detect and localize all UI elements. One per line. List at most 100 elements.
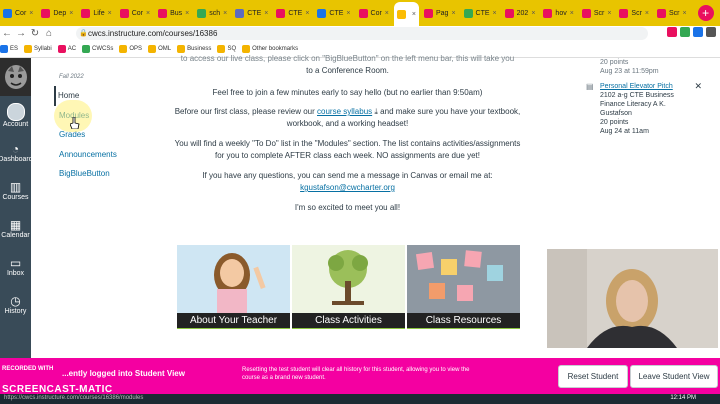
address-bar[interactable]: 🔒 cwcs.instructure.com/courses/16386 [76, 27, 648, 40]
browser-tab[interactable]: 202 × [502, 3, 539, 23]
close-tab-icon[interactable]: × [69, 10, 73, 17]
browser-tab[interactable]: Pag × [421, 3, 459, 23]
close-tab-icon[interactable]: × [607, 10, 611, 17]
bookmark-label: SQ [227, 46, 237, 52]
class-resources-tile[interactable]: Class Resources [407, 245, 520, 329]
browser-tab[interactable]: Life × [78, 3, 114, 23]
todo-text: You will find a weekly "To Do" list in t… [174, 139, 521, 148]
close-tab-icon[interactable]: × [493, 10, 497, 17]
close-tab-icon[interactable]: × [108, 10, 112, 17]
bookmark-item[interactable]: Business [177, 45, 211, 53]
close-tab-icon[interactable]: × [29, 10, 33, 17]
bookmark-item[interactable]: OPS [119, 45, 142, 53]
url-status-text: https://cwcs.instructure.com/courses/163… [4, 395, 144, 401]
bookmark-label: AC [67, 46, 77, 52]
global-nav-inbox[interactable]: ▭ Inbox [0, 248, 31, 286]
bookmark-item[interactable]: Other bookmarks [242, 45, 298, 53]
course-nav-bigbluebutton[interactable]: BigBlueButton [56, 164, 142, 184]
webcam-overlay [547, 249, 718, 348]
browser-tab[interactable]: sch × [194, 3, 230, 23]
extension-icon[interactable] [693, 27, 703, 37]
bookmark-label: Business [187, 46, 212, 52]
home-icon[interactable]: ⌂ [42, 28, 56, 39]
email-link[interactable]: kgustafson@cwcharter.org [300, 183, 395, 192]
close-tab-icon[interactable]: × [412, 11, 416, 18]
course-nav-announcements[interactable]: Announcements [56, 145, 142, 165]
global-nav-history[interactable]: ◷ History [0, 286, 31, 324]
bookmark-item[interactable]: ES [0, 45, 18, 53]
bookmark-item[interactable]: AC [57, 45, 77, 53]
courses-icon: ▥ [9, 180, 22, 194]
bookmark-item[interactable]: SQ [217, 45, 236, 53]
course-tiles: About Your Teacher Class Activities Clas… [177, 245, 522, 329]
close-tab-icon[interactable]: × [223, 10, 227, 17]
tab-title: CTE [475, 9, 490, 17]
bookmark-folder-icon [0, 45, 8, 53]
profile-icon[interactable] [706, 27, 716, 37]
avatar-icon [6, 102, 25, 121]
close-tab-icon[interactable]: × [385, 10, 389, 17]
browser-tab[interactable]: CTE × [314, 3, 353, 23]
reload-icon[interactable]: ↻ [28, 28, 42, 39]
extension-icon[interactable] [667, 27, 677, 37]
close-tab-icon[interactable]: × [185, 10, 189, 17]
os-taskbar: https://cwcs.instructure.com/courses/163… [0, 394, 720, 404]
browser-tab[interactable]: CTE × [461, 3, 500, 23]
browser-tab[interactable]: CTE × [273, 3, 312, 23]
close-tab-icon[interactable]: × [531, 10, 535, 17]
about-teacher-tile[interactable]: About Your Teacher [177, 245, 290, 329]
browser-tab[interactable]: Scr × [616, 3, 652, 23]
close-tab-icon[interactable]: × [146, 10, 150, 17]
class-activities-tile[interactable]: Class Activities [292, 245, 405, 329]
dismiss-icon[interactable]: ✕ [694, 82, 702, 91]
forward-icon[interactable]: → [14, 28, 28, 39]
tab-favicon-icon [197, 8, 207, 18]
school-logo[interactable] [0, 58, 31, 96]
bookmark-item[interactable]: CWCSs [82, 45, 113, 53]
reset-student-button[interactable]: Reset Student [558, 365, 628, 388]
todo-points: 20 points [600, 59, 629, 66]
browser-tab[interactable]: hov × [540, 3, 576, 23]
syllabus-link[interactable]: course syllabus [317, 107, 372, 116]
new-tab-button[interactable]: + [697, 5, 714, 21]
browser-tab[interactable]: Scr × [579, 3, 615, 23]
tab-favicon-icon [276, 8, 286, 18]
close-tab-icon[interactable]: × [570, 10, 574, 17]
browser-tab[interactable]: Cor × [356, 3, 392, 23]
intro-text: to access our live class, please click o… [180, 54, 515, 63]
global-nav-account[interactable]: Account [0, 96, 31, 134]
bookmark-item[interactable]: Syllabi [24, 45, 52, 53]
dashboard-icon: ◔ [11, 142, 20, 156]
extension-icon[interactable] [680, 27, 690, 37]
tab-title: Cor [15, 9, 27, 17]
bookmark-item[interactable]: OML [148, 45, 171, 53]
global-nav-label: Calendar [1, 232, 30, 239]
browser-tab[interactable]: CTE × [232, 3, 271, 23]
browser-tab[interactable]: Cor × [117, 3, 153, 23]
browser-toolbar: ← → ↻ ⌂ 🔒 cwcs.instructure.com/courses/1… [0, 26, 720, 41]
back-icon[interactable]: ← [0, 28, 14, 39]
browser-tab[interactable]: Bus × [155, 3, 192, 23]
browser-tab[interactable]: Dep × [38, 3, 76, 23]
close-tab-icon[interactable]: × [645, 10, 649, 17]
global-nav-calendar[interactable]: ▦ Calendar [0, 210, 31, 248]
close-tab-icon[interactable]: × [305, 10, 309, 17]
tab-title: CTE [247, 9, 262, 17]
close-tab-icon[interactable]: × [264, 10, 268, 17]
close-tab-icon[interactable]: × [451, 10, 455, 17]
close-tab-icon[interactable]: × [346, 10, 350, 17]
tab-favicon-icon [504, 8, 514, 18]
browser-tab[interactable]: Scr × [654, 3, 690, 23]
tab-favicon-icon [3, 8, 12, 18]
tab-title: Bus [170, 9, 183, 17]
close-tab-icon[interactable]: × [683, 10, 687, 17]
global-nav-dashboard[interactable]: ◔ Dashboard [0, 134, 31, 172]
browser-tab[interactable]: Cor × [0, 3, 36, 23]
bookmark-label: OPS [129, 46, 143, 52]
leave-student-view-button[interactable]: Leave Student View [630, 365, 718, 388]
todo-item-link[interactable]: Personal Elevator Pitch [600, 83, 673, 90]
global-nav-courses[interactable]: ▥ Courses [0, 172, 31, 210]
download-icon[interactable]: ⤓ [374, 107, 378, 116]
tab-favicon-icon [41, 8, 51, 18]
browser-tab[interactable]: × [393, 2, 419, 26]
